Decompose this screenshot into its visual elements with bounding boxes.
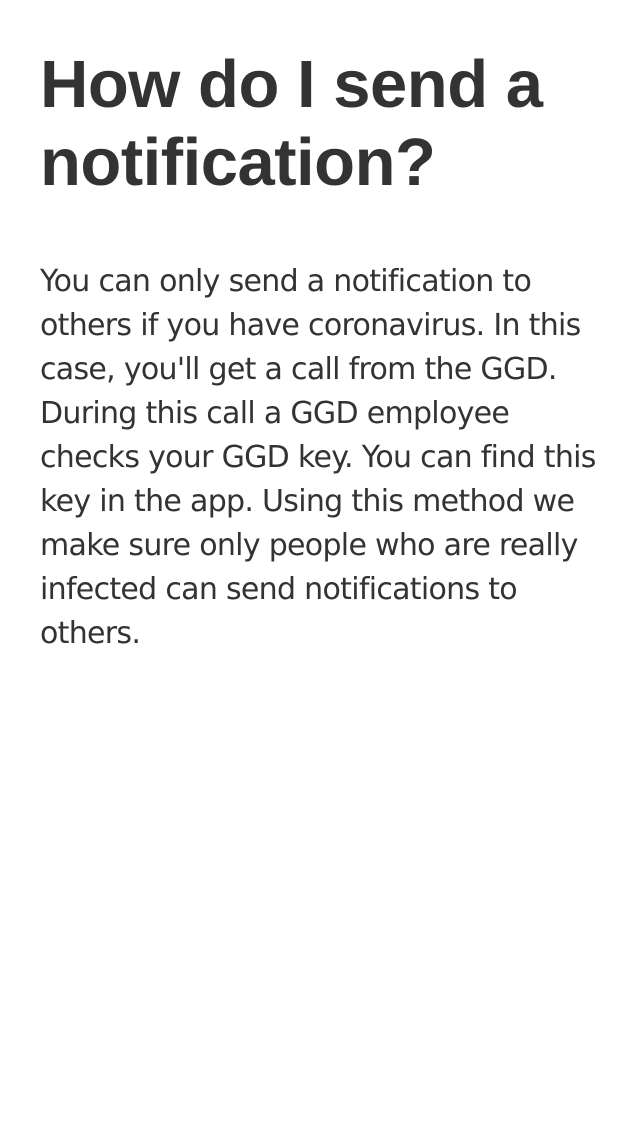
article-body: You can only send a notification to othe…	[40, 264, 596, 651]
help-article-screen: How do I send a notification? You can on…	[0, 0, 640, 1136]
page-title: How do I send a notification?	[40, 47, 543, 200]
